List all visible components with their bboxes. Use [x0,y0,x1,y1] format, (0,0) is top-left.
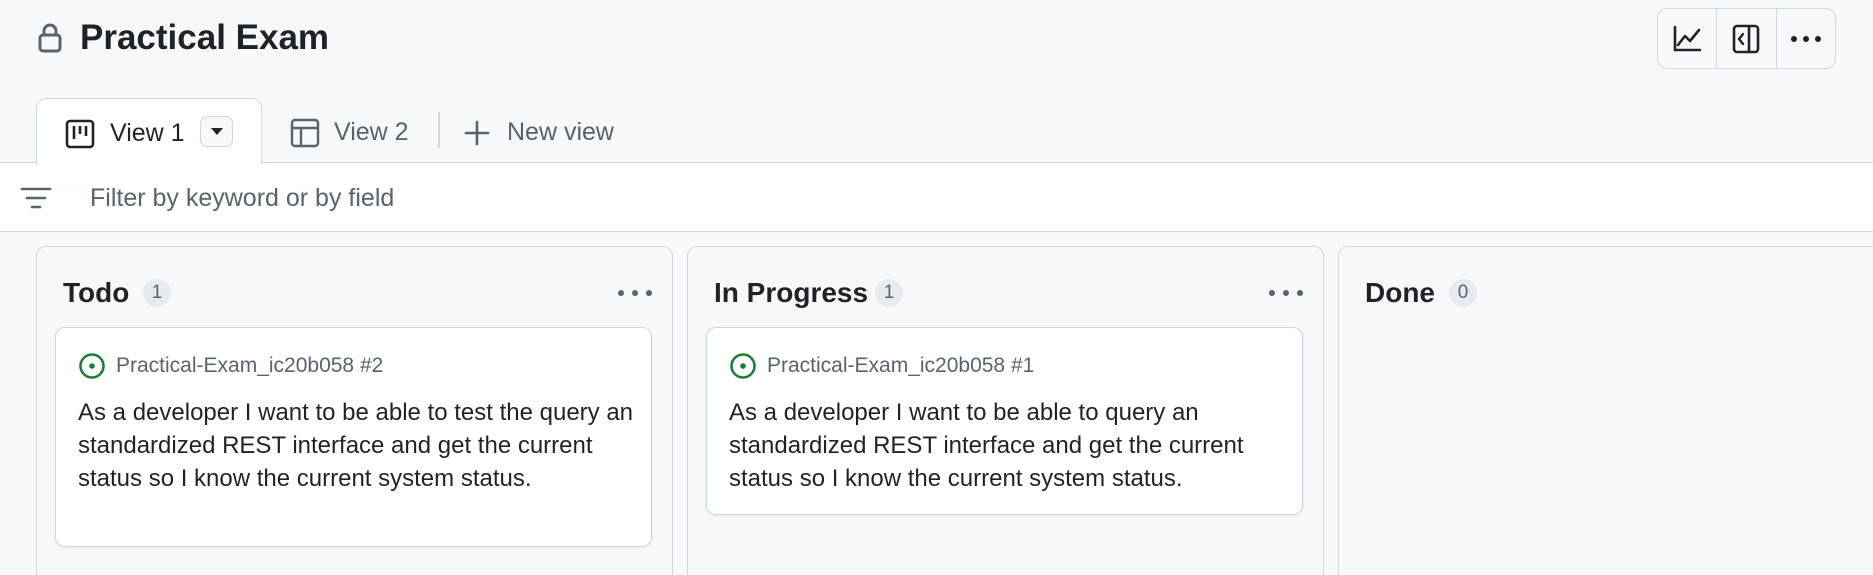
column-menu-icon[interactable] [615,283,655,303]
card-reference-text: Practical-Exam_ic20b058 #2 [116,354,384,377]
tab-label: View 1 [110,119,185,147]
open-issue-icon [79,353,105,379]
page-title: Practical Exam [80,18,330,57]
new-view-button[interactable]: New view [462,118,622,152]
tab-view-1[interactable]: View 1 [36,98,262,164]
filter-input[interactable] [90,181,1790,215]
issue-card[interactable]: Practical-Exam_ic20b058 #2 As a develope… [55,327,652,547]
view-tabs: View 1 View 2 New view [0,98,1873,164]
column-in-progress: In Progress 1 Practical-Exam_ic20b058 #1… [687,246,1324,575]
filter-bar [0,162,1873,232]
view-options-dropdown[interactable] [200,116,233,147]
column-count-badge: 1 [143,279,171,307]
tab-divider [438,112,440,148]
issue-card[interactable]: Practical-Exam_ic20b058 #1 As a develope… [706,327,1303,515]
sidepanel-icon [1733,24,1760,53]
project-toolbar [1657,8,1836,69]
column-title: In Progress [714,277,869,308]
lock-icon [38,23,62,53]
more-options-button[interactable] [1777,9,1835,68]
card-reference[interactable]: Practical-Exam_ic20b058 #1 [729,352,1034,380]
column-menu-icon[interactable] [1266,283,1306,303]
tab-view-2[interactable]: View 2 [290,118,440,152]
kebab-menu-icon [1790,35,1821,42]
project-header: Practical Exam [0,0,1873,98]
card-reference-text: Practical-Exam_ic20b058 #1 [767,354,1035,377]
board: Todo 1 Practical-Exam_ic20b058 #2 As a d… [0,232,1873,575]
insights-button[interactable] [1658,9,1718,68]
tab-label: View 2 [334,118,409,146]
filter-icon [20,187,52,209]
card-title[interactable]: As a developer I want to be able to quer… [729,396,1289,495]
column-title: Todo [63,277,130,308]
open-issue-icon [730,353,756,379]
column-count-badge: 0 [1449,279,1477,307]
card-reference[interactable]: Practical-Exam_ic20b058 #2 [78,352,383,380]
sidepanel-button[interactable] [1717,9,1777,68]
board-layout-icon [65,119,95,149]
column-todo: Todo 1 Practical-Exam_ic20b058 #2 As a d… [36,246,673,575]
column-count-badge: 1 [875,279,903,307]
table-layout-icon [290,118,320,148]
new-view-label: New view [507,118,614,146]
column-done: Done 0 [1338,246,1873,575]
column-title: Done [1365,277,1435,308]
caret-down-icon [210,128,223,135]
insights-chart-icon [1673,25,1702,51]
card-title[interactable]: As a developer I want to be able to test… [78,396,638,495]
plus-icon [464,120,490,146]
